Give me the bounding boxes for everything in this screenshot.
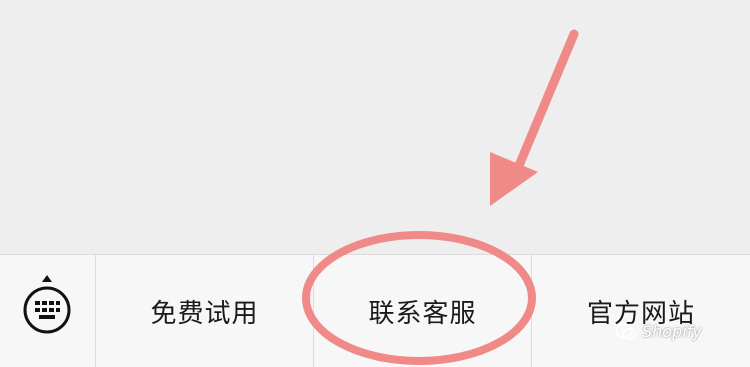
chat-screen: 免费试用 联系客服 官方网站 Shopify [0,0,750,367]
watermark: Shopify [615,322,702,341]
keyboard-icon [23,286,71,334]
menu-item-official-website[interactable]: 官方网站 [532,255,750,367]
message-area [0,0,750,254]
menu-item-label: 联系客服 [368,298,477,329]
menu-item-contact-support[interactable]: 联系客服 [314,255,532,367]
wechat-icon [615,323,636,340]
menu-item-label: 免费试用 [150,298,259,329]
keyboard-toggle-button[interactable] [0,255,96,367]
menu-item-free-trial[interactable]: 免费试用 [96,255,314,367]
watermark-text: Shopify [642,322,702,341]
bottom-menu-bar: 免费试用 联系客服 官方网站 [0,254,750,367]
caret-up-icon [42,275,52,282]
